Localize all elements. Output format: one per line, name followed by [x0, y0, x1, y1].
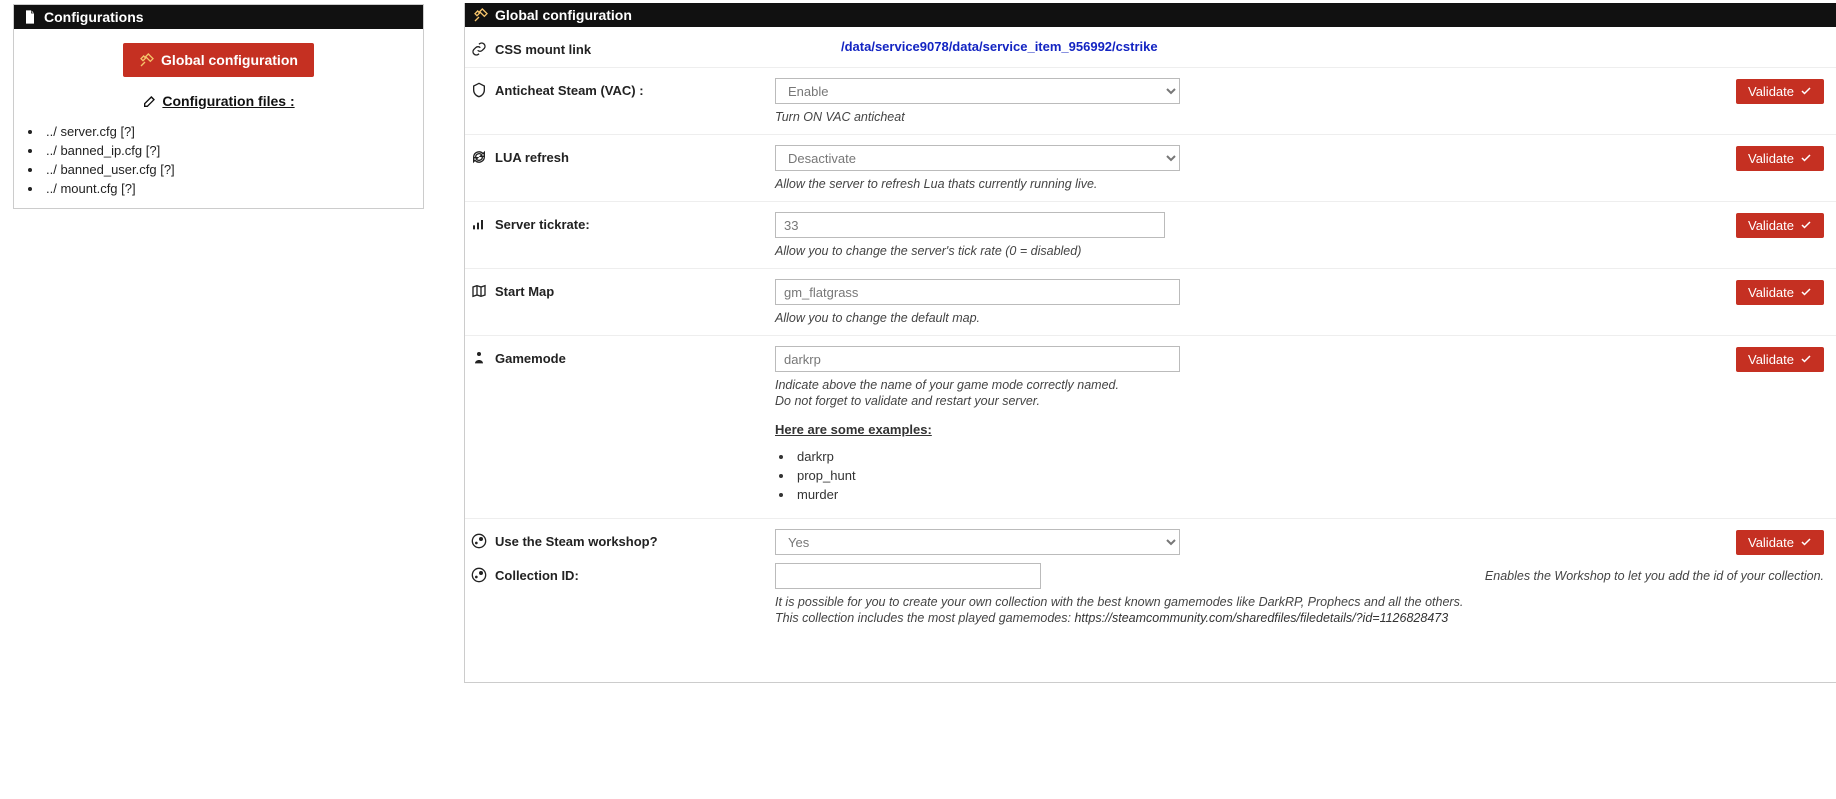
startmap-label: Start Map	[495, 284, 554, 299]
row-collection: Collection ID: Enables the Workshop to l…	[465, 559, 1836, 635]
edit-icon	[142, 93, 158, 109]
gamemode-example-item: darkrp	[779, 447, 1824, 466]
check-icon	[1800, 85, 1812, 97]
tools-icon	[473, 7, 489, 23]
steam-icon	[471, 567, 487, 583]
check-icon	[1800, 219, 1812, 231]
lua-select[interactable]: Desactivate	[775, 145, 1180, 171]
collection-url-link[interactable]: https://steamcommunity.com/sharedfiles/f…	[1074, 611, 1448, 625]
vac-label: Anticheat Steam (VAC) :	[495, 83, 644, 98]
gamemode-help1: Indicate above the name of your game mod…	[775, 378, 1824, 392]
check-icon	[1800, 152, 1812, 164]
tickrate-label: Server tickrate:	[495, 217, 590, 232]
collection-label: Collection ID:	[495, 568, 579, 583]
file-icon	[22, 9, 38, 25]
startmap-help: Allow you to change the default map.	[775, 311, 1824, 325]
config-file-list: ../ server.cfg [?] ../ banned_ip.cfg [?]…	[24, 122, 413, 198]
startmap-input[interactable]	[775, 279, 1180, 305]
config-file-item[interactable]: ../ mount.cfg [?]	[28, 179, 413, 198]
link-icon	[471, 41, 487, 57]
collection-help1: It is possible for you to create your ow…	[775, 595, 1824, 609]
collection-help2: This collection includes the most played…	[775, 611, 1824, 625]
steam-icon	[471, 533, 487, 549]
tickrate-input[interactable]	[775, 212, 1165, 238]
startmap-validate-button[interactable]: Validate	[1736, 280, 1824, 305]
configuration-files-label: Configuration files :	[162, 93, 294, 109]
global-config-panel: Global configuration CSS mount link /dat…	[464, 3, 1836, 683]
global-configuration-button-label: Global configuration	[161, 52, 298, 68]
shield-icon	[471, 82, 487, 98]
refresh-icon	[471, 149, 487, 165]
global-config-header: Global configuration	[465, 3, 1836, 27]
row-tickrate: Server tickrate: Validate Allow you to c…	[465, 202, 1836, 269]
row-lua: LUA refresh Desactivate Validate Allow t…	[465, 135, 1836, 202]
vac-select[interactable]: Enable	[775, 78, 1180, 104]
css-mount-path-link[interactable]: /data/service9078/data/service_item_9569…	[841, 39, 1158, 54]
config-file-item[interactable]: ../ banned_ip.cfg [?]	[28, 141, 413, 160]
gamemode-examples-list: darkrp prop_hunt murder	[779, 447, 1824, 504]
check-icon	[1800, 536, 1812, 548]
lua-help: Allow the server to refresh Lua thats cu…	[775, 177, 1824, 191]
vac-validate-button[interactable]: Validate	[1736, 79, 1824, 104]
configuration-files-link[interactable]: Configuration files :	[142, 93, 294, 109]
css-mount-label: CSS mount link	[495, 42, 591, 57]
gamemode-examples-head: Here are some examples:	[775, 422, 1824, 437]
check-icon	[1800, 353, 1812, 365]
workshop-validate-button[interactable]: Validate	[1736, 530, 1824, 555]
collection-note: Enables the Workshop to let you add the …	[1059, 569, 1824, 583]
gamemode-example-item: prop_hunt	[779, 466, 1824, 485]
global-configuration-button[interactable]: Global configuration	[123, 43, 314, 77]
gamemode-validate-button[interactable]: Validate	[1736, 347, 1824, 372]
bars-icon	[471, 216, 487, 232]
lua-label: LUA refresh	[495, 150, 569, 165]
row-vac: Anticheat Steam (VAC) : Enable Validate …	[465, 68, 1836, 135]
global-config-title: Global configuration	[495, 7, 632, 23]
collection-input[interactable]	[775, 563, 1041, 589]
lua-validate-button[interactable]: Validate	[1736, 146, 1824, 171]
configurations-title: Configurations	[44, 9, 144, 25]
workshop-select[interactable]: Yes	[775, 529, 1180, 555]
workshop-label: Use the Steam workshop?	[495, 534, 658, 549]
tickrate-validate-button[interactable]: Validate	[1736, 213, 1824, 238]
row-gamemode: Gamemode Validate Indicate above the nam…	[465, 336, 1836, 519]
configurations-panel: Configurations Global configuration Conf…	[13, 4, 424, 209]
map-icon	[471, 283, 487, 299]
gamemode-label: Gamemode	[495, 351, 566, 366]
tools-icon	[139, 52, 155, 68]
configurations-header: Configurations	[14, 5, 423, 29]
gamemode-input[interactable]	[775, 346, 1180, 372]
row-workshop: Use the Steam workshop? Yes Validate	[465, 519, 1836, 559]
vac-help: Turn ON VAC anticheat	[775, 110, 1824, 124]
config-file-item[interactable]: ../ banned_user.cfg [?]	[28, 160, 413, 179]
gamemode-icon	[471, 350, 487, 366]
config-file-item[interactable]: ../ server.cfg [?]	[28, 122, 413, 141]
gamemode-help2: Do not forget to validate and restart yo…	[775, 394, 1824, 408]
gamemode-example-item: murder	[779, 485, 1824, 504]
check-icon	[1800, 286, 1812, 298]
tickrate-help: Allow you to change the server's tick ra…	[775, 244, 1824, 258]
row-startmap: Start Map Validate Allow you to change t…	[465, 269, 1836, 336]
row-css-mount: CSS mount link /data/service9078/data/se…	[465, 27, 1836, 68]
